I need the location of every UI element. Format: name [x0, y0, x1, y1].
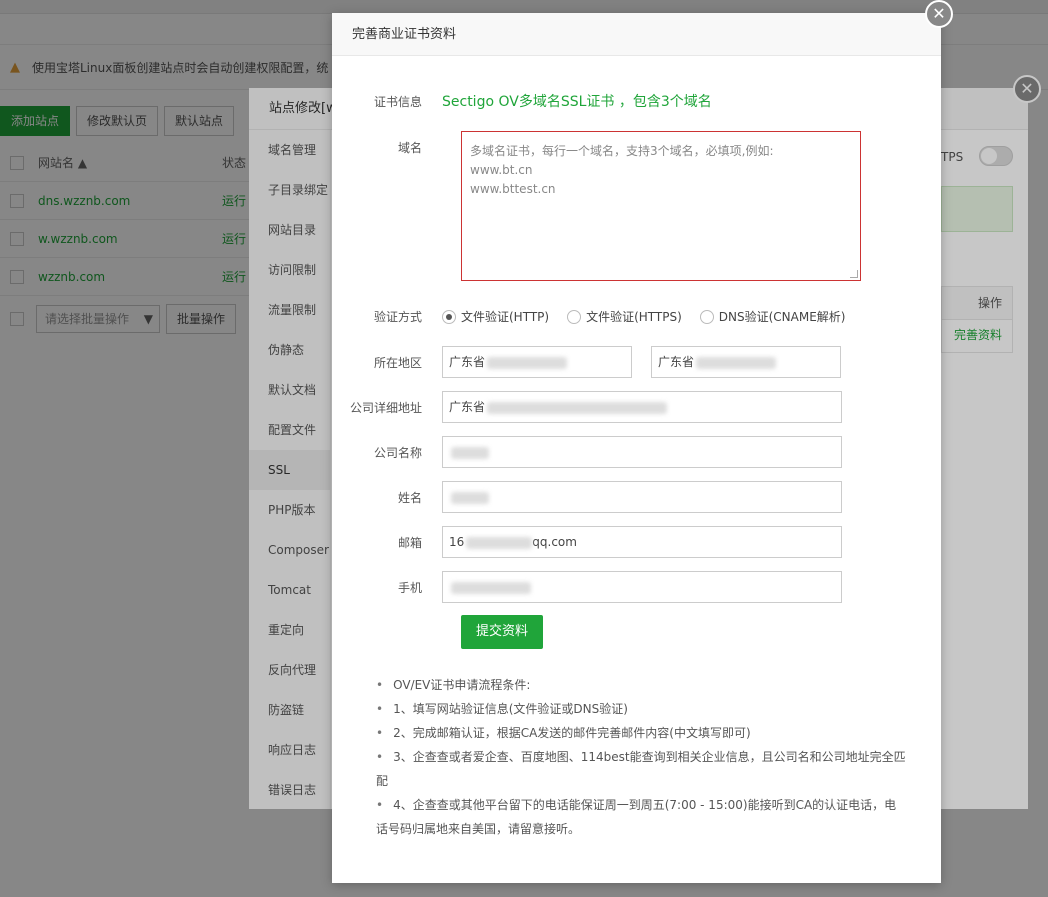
close-icon[interactable]: ✕	[925, 0, 953, 28]
name-input[interactable]	[442, 481, 842, 513]
radio-https[interactable]: 文件验证(HTTPS)	[567, 308, 682, 325]
domain-placeholder-line: www.bt.cn	[470, 163, 533, 177]
email-prefix: 16	[449, 535, 465, 549]
radio-label: DNS验证(CNAME解析)	[718, 310, 846, 324]
redacted-text	[451, 446, 489, 459]
radio-dns[interactable]: DNS验证(CNAME解析)	[699, 308, 846, 325]
domain-textarea[interactable]: 多域名证书，每行一个域名，支持3个域名，必填项,例如: www.bt.cn ww…	[461, 131, 861, 281]
radio-http[interactable]: 文件验证(HTTP)	[442, 308, 549, 325]
phone-input[interactable]	[442, 571, 842, 603]
email-row: 邮箱 16 qq.com	[332, 526, 842, 558]
region-label: 所在地区	[373, 355, 422, 370]
phone-label: 手机	[397, 580, 422, 595]
list-item: • OV/EV证书申请流程条件:	[376, 673, 906, 697]
resize-handle[interactable]	[850, 270, 858, 278]
redacted-text	[451, 491, 489, 504]
cert-info-row: 证书信息 Sectigo OV多域名SSL证书 ，包含3个域名	[332, 91, 712, 111]
bullet-icon: •	[376, 726, 384, 740]
bullet-icon: •	[376, 702, 384, 716]
redacted-text	[696, 356, 777, 369]
note-text: 2、完成邮箱认证，根据CA发送的邮件完善邮件内容(中文填写即可)	[393, 726, 751, 740]
radio-unchecked-icon	[699, 309, 714, 324]
radio-unchecked-icon	[567, 309, 582, 324]
province-input[interactable]: 广东省	[442, 346, 632, 378]
domain-placeholder-line: www.bttest.cn	[470, 182, 556, 196]
note-text: 1、填写网站验证信息(文件验证或DNS验证)	[393, 702, 628, 716]
note-text: 4、企查查或其他平台留下的电话能保证周一到周五(7:00 - 15:00)能接听…	[376, 798, 897, 836]
region-row: 所在地区 广东省 广东省	[332, 346, 841, 378]
domain-row: 域名	[332, 139, 442, 156]
requirements-list: • OV/EV证书申请流程条件: • 1、填写网站验证信息(文件验证或DNS验证) …	[376, 673, 906, 841]
cert-label: 证书信息	[373, 94, 422, 109]
email-suffix: qq.com	[532, 535, 577, 549]
address-row: 公司详细地址 广东省	[332, 391, 842, 423]
verify-label: 验证方式	[373, 310, 422, 324]
phone-row: 手机	[332, 571, 842, 603]
dialog-title: 完善商业证书资料	[332, 13, 941, 56]
cert-info-text: Sectigo OV多域名SSL证书 ，包含3个域名	[442, 94, 712, 110]
note-text: 3、企查查或者爱企查、百度地图、114best能查询到相关企业信息，且公司名和公…	[376, 750, 906, 788]
bullet-icon: •	[376, 798, 384, 812]
redacted-text	[451, 581, 531, 594]
redacted-text	[487, 401, 668, 414]
email-label: 邮箱	[397, 535, 422, 550]
list-item: • 4、企查查或其他平台留下的电话能保证周一到周五(7:00 - 15:00)能接…	[376, 793, 906, 841]
redacted-text	[466, 536, 533, 549]
list-item: • 1、填写网站验证信息(文件验证或DNS验证)	[376, 697, 906, 721]
name-label: 姓名	[397, 490, 422, 505]
bullet-icon: •	[376, 678, 384, 692]
domain-placeholder-line: 多域名证书，每行一个域名，支持3个域名，必填项,例如:	[470, 144, 774, 158]
note-text: OV/EV证书申请流程条件:	[393, 678, 531, 692]
address-label: 公司详细地址	[349, 400, 422, 415]
radio-label: 文件验证(HTTPS)	[586, 310, 682, 324]
list-item: • 2、完成邮箱认证，根据CA发送的邮件完善邮件内容(中文填写即可)	[376, 721, 906, 745]
email-input[interactable]: 16 qq.com	[442, 526, 842, 558]
redacted-text	[487, 356, 568, 369]
company-label: 公司名称	[373, 445, 422, 460]
name-row: 姓名	[332, 481, 842, 513]
list-item: • 3、企查查或者爱企查、百度地图、114best能查询到相关企业信息，且公司名和…	[376, 745, 906, 793]
radio-label: 文件验证(HTTP)	[461, 310, 550, 324]
radio-checked-icon	[442, 309, 456, 324]
verify-radio-group: 文件验证(HTTP) 文件验证(HTTPS) DNS验证(CNAME解析)	[442, 308, 845, 325]
province-value: 广东省	[449, 355, 486, 369]
verify-row: 验证方式 文件验证(HTTP) 文件验证(HTTPS) DNS验证(CNAME解…	[332, 308, 845, 325]
bullet-icon: •	[376, 750, 384, 764]
address-value: 广东省	[449, 400, 486, 414]
domain-label: 域名	[397, 141, 422, 155]
company-input[interactable]	[442, 436, 842, 468]
submit-button[interactable]: 提交资料	[461, 615, 543, 649]
address-input[interactable]: 广东省	[442, 391, 842, 423]
company-row: 公司名称	[332, 436, 842, 468]
city-input[interactable]: 广东省	[651, 346, 841, 378]
cert-info-dialog: 完善商业证书资料 证书信息 Sectigo OV多域名SSL证书 ，包含3个域名…	[332, 13, 941, 883]
city-value: 广东省	[658, 355, 695, 369]
